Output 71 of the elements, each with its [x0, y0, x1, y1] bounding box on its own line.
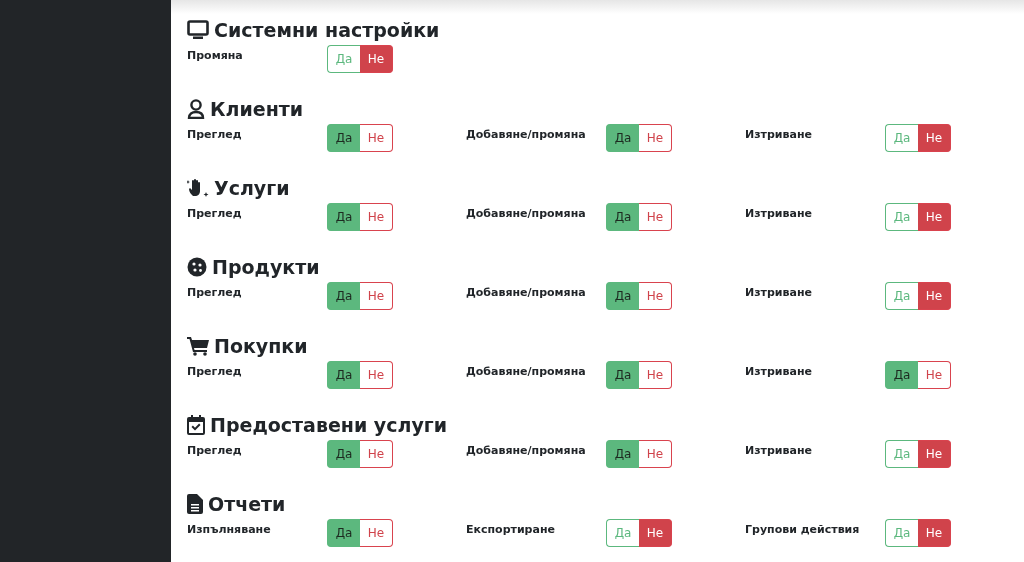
- section-title: Клиенти: [210, 98, 304, 120]
- no-toggle-button[interactable]: Не: [360, 45, 393, 73]
- permission-label: Изтриване: [745, 364, 813, 378]
- permission-label: Изтриване: [745, 127, 813, 141]
- permission-label: Преглед: [187, 206, 243, 220]
- yes-toggle-button[interactable]: Да: [327, 124, 360, 152]
- section-title: Покупки: [214, 335, 308, 357]
- permission-label: Преглед: [187, 364, 243, 378]
- permission-label: Групови действия: [745, 522, 861, 536]
- no-toggle-button[interactable]: Не: [918, 440, 951, 468]
- yes-toggle-button[interactable]: Да: [885, 124, 918, 152]
- no-toggle-button[interactable]: Не: [639, 440, 672, 468]
- cookie-icon: [187, 257, 207, 277]
- yes-toggle-button[interactable]: Да: [885, 203, 918, 231]
- no-toggle-button[interactable]: Не: [360, 203, 393, 231]
- yes-toggle-button[interactable]: Да: [885, 519, 918, 547]
- no-toggle-button[interactable]: Не: [918, 203, 951, 231]
- yes-toggle-button[interactable]: Да: [327, 45, 360, 73]
- yes-toggle-button[interactable]: Да: [327, 519, 360, 547]
- yes-toggle-button[interactable]: Да: [885, 361, 918, 389]
- yes-toggle-button[interactable]: Да: [327, 203, 360, 231]
- no-toggle-button[interactable]: Не: [918, 124, 951, 152]
- sparkle-hand-icon: [187, 178, 209, 198]
- no-toggle-button[interactable]: Не: [360, 361, 393, 389]
- permission-label: Изтриване: [745, 443, 813, 457]
- no-toggle-button[interactable]: Не: [639, 203, 672, 231]
- yes-toggle-button[interactable]: Да: [606, 203, 639, 231]
- yes-toggle-button[interactable]: Да: [606, 361, 639, 389]
- no-toggle-button[interactable]: Не: [639, 519, 672, 547]
- permission-label: Преглед: [187, 443, 243, 457]
- yes-toggle-button[interactable]: Да: [327, 282, 360, 310]
- permission-label: Добавяне/промяна: [466, 364, 587, 378]
- section-title: Услуги: [214, 177, 290, 199]
- no-toggle-button[interactable]: Не: [639, 361, 672, 389]
- section-title: Отчети: [208, 493, 286, 515]
- no-toggle-button[interactable]: Не: [639, 124, 672, 152]
- yes-toggle-button[interactable]: Да: [606, 124, 639, 152]
- no-toggle-button[interactable]: Не: [639, 282, 672, 310]
- cart-icon: [187, 336, 209, 356]
- yes-toggle-button[interactable]: Да: [885, 440, 918, 468]
- permission-label: Експортиране: [466, 522, 556, 536]
- permission-label: Изтриване: [745, 206, 813, 220]
- permission-label: Добавяне/промяна: [466, 443, 587, 457]
- section-title: Продукти: [212, 256, 320, 278]
- permission-label: Преглед: [187, 127, 243, 141]
- yes-toggle-button[interactable]: Да: [606, 519, 639, 547]
- yes-toggle-button[interactable]: Да: [327, 361, 360, 389]
- permission-label: Добавяне/промяна: [466, 285, 587, 299]
- permission-label: Изпълняване: [187, 522, 272, 536]
- permission-label: Промяна: [187, 48, 244, 62]
- no-toggle-button[interactable]: Не: [918, 361, 951, 389]
- no-toggle-button[interactable]: Не: [360, 440, 393, 468]
- yes-toggle-button[interactable]: Да: [606, 440, 639, 468]
- section-title: Предоставени услуги: [210, 414, 448, 436]
- calendar-check-icon: [187, 415, 205, 435]
- yes-toggle-button[interactable]: Да: [885, 282, 918, 310]
- no-toggle-button[interactable]: Не: [360, 519, 393, 547]
- no-toggle-button[interactable]: Не: [360, 282, 393, 310]
- person-icon: [187, 99, 205, 119]
- permission-label: Преглед: [187, 285, 243, 299]
- permission-label: Изтриване: [745, 285, 813, 299]
- monitor-icon: [187, 20, 209, 40]
- no-toggle-button[interactable]: Не: [360, 124, 393, 152]
- permission-label: Добавяне/промяна: [466, 127, 587, 141]
- yes-toggle-button[interactable]: Да: [327, 440, 360, 468]
- no-toggle-button[interactable]: Не: [918, 519, 951, 547]
- section-title: Системни настройки: [214, 19, 440, 41]
- yes-toggle-button[interactable]: Да: [606, 282, 639, 310]
- permission-label: Добавяне/промяна: [466, 206, 587, 220]
- no-toggle-button[interactable]: Не: [918, 282, 951, 310]
- document-icon: [187, 494, 203, 514]
